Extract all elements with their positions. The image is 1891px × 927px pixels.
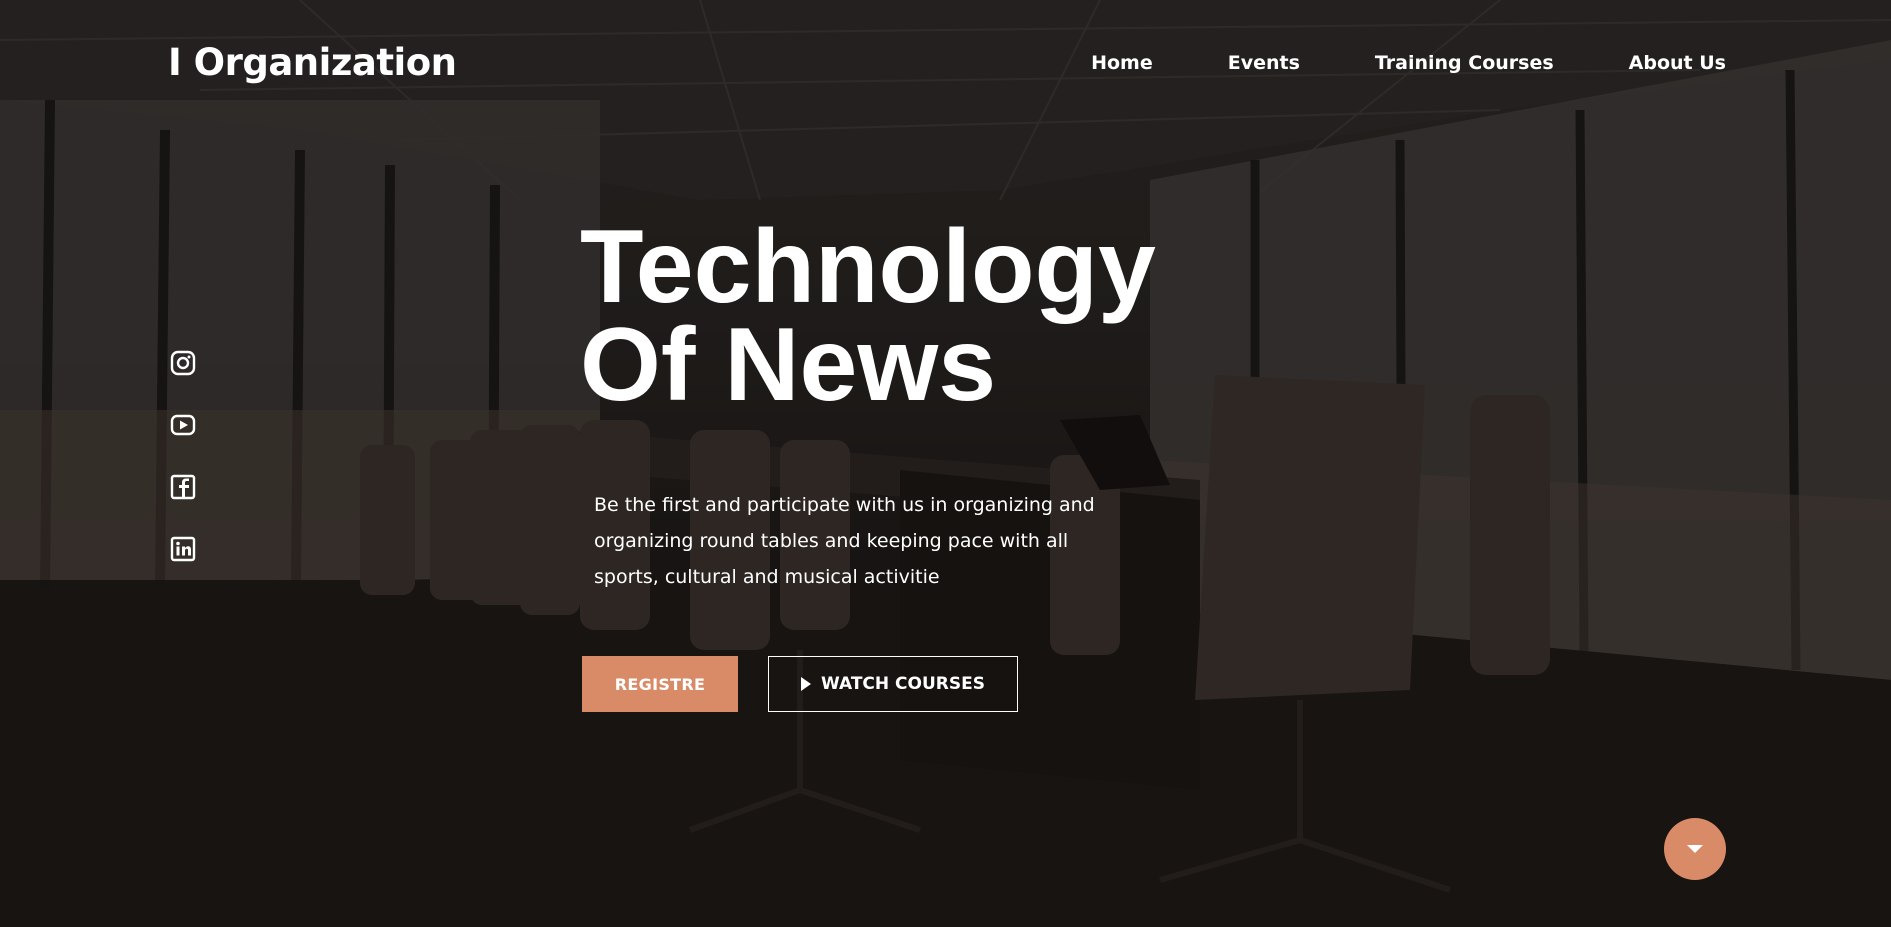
dark-overlay bbox=[0, 0, 1891, 927]
hero-description: Be the first and participate with us in … bbox=[594, 494, 1095, 588]
hero-headline: Technology Of News bbox=[580, 209, 1156, 423]
nav-item-home[interactable]: Home bbox=[1091, 46, 1153, 80]
main-nav: Home Events Training Courses About Us bbox=[1091, 46, 1726, 80]
facebook-icon[interactable] bbox=[170, 474, 196, 500]
hero-headline-line1: Technology bbox=[580, 209, 1156, 325]
nav-item-about-us[interactable]: About Us bbox=[1629, 46, 1726, 80]
hero-section: I Organization Home Events Training Cour… bbox=[0, 0, 1891, 927]
site-logo[interactable]: I Organization bbox=[168, 38, 457, 88]
play-icon bbox=[801, 677, 812, 691]
youtube-icon[interactable] bbox=[170, 412, 196, 438]
linkedin-icon[interactable] bbox=[170, 536, 196, 562]
watch-courses-button[interactable]: WATCH COURSES bbox=[768, 656, 1018, 712]
hero-headline-line2: Of News bbox=[580, 307, 997, 423]
social-links bbox=[170, 350, 196, 562]
register-button[interactable]: REGISTRE bbox=[582, 656, 738, 712]
nav-item-events[interactable]: Events bbox=[1228, 46, 1300, 80]
scroll-down-button[interactable] bbox=[1664, 818, 1726, 880]
instagram-icon[interactable] bbox=[170, 350, 196, 376]
caret-down-icon bbox=[1687, 845, 1703, 853]
watch-courses-label: WATCH COURSES bbox=[821, 674, 985, 694]
nav-item-training-courses[interactable]: Training Courses bbox=[1375, 46, 1554, 80]
